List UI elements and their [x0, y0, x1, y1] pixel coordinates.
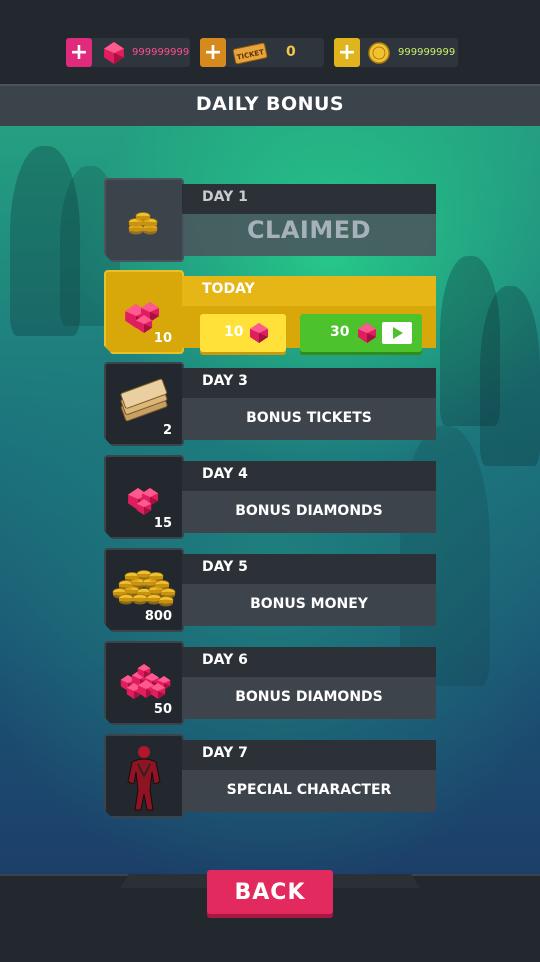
page-title: DAILY BONUS [195, 93, 345, 115]
coins-value: 999999999 [398, 47, 456, 58]
day-5-reward-icon-box: 800 [104, 548, 184, 632]
gem-icon [358, 323, 376, 343]
day-label: DAY 6 [202, 652, 248, 668]
gems-value: 999999999 [132, 47, 190, 58]
free-amount: 10 [224, 324, 244, 340]
reward-description: BONUS DIAMONDS [235, 689, 383, 705]
top-bar: + 999999999 + TICKET 0 + 999999999 [0, 0, 540, 86]
reward-description: BONUS TICKETS [246, 410, 372, 426]
today-reward-icon-box: 10 [104, 270, 184, 354]
title-bar: DAILY BONUS [0, 84, 540, 128]
day-label: DAY 5 [202, 559, 248, 575]
day-3-row: 2 DAY 3 BONUS TICKETS [104, 362, 436, 446]
day-4-reward-icon-box: 15 [104, 455, 184, 539]
gem-icon [250, 323, 268, 343]
day-label: TODAY [202, 281, 255, 297]
day-label: DAY 1 [202, 189, 248, 205]
ticket-icon: TICKET [232, 42, 268, 65]
day-3-reward-icon-box: 2 [104, 362, 184, 446]
character-icon [127, 746, 161, 811]
coin-icon [368, 42, 390, 64]
reward-quantity: 10 [153, 331, 172, 346]
gem-icon [104, 42, 124, 64]
add-tickets-button[interactable]: + [200, 38, 226, 67]
add-gems-button[interactable]: + [66, 38, 92, 67]
day-label: DAY 3 [202, 373, 248, 389]
reward-quantity: 15 [153, 516, 172, 531]
claim-with-ad-button[interactable]: 30 [300, 314, 422, 352]
tickets-counter: + TICKET 0 [200, 38, 324, 67]
reward-quantity: 800 [144, 609, 172, 624]
reward-description: BONUS MONEY [250, 596, 368, 612]
video-play-icon [382, 322, 412, 344]
day-1-row: DAY 1 CLAIMED [104, 178, 436, 262]
day-6-row: 50 DAY 6 BONUS DIAMONDS [104, 641, 436, 725]
day-6-reward-icon-box: 50 [104, 641, 184, 725]
reward-description: BONUS DIAMONDS [235, 503, 383, 519]
day-7-reward-icon-box [104, 734, 184, 818]
back-button[interactable]: BACK [207, 870, 333, 914]
reward-quantity: 2 [162, 423, 172, 438]
reward-description: SPECIAL CHARACTER [226, 782, 392, 798]
tickets-value: 0 [286, 44, 296, 60]
day-4-row: 15 DAY 4 BONUS DIAMONDS [104, 455, 436, 539]
reward-quantity: 50 [153, 702, 172, 717]
coins-counter: + 999999999 [334, 38, 458, 67]
day-label: DAY 4 [202, 466, 248, 482]
claim-free-button[interactable]: 10 [200, 314, 286, 352]
coins-stack-icon [128, 212, 158, 235]
gems-counter: + 999999999 [66, 38, 190, 67]
day-7-row: DAY 7 SPECIAL CHARACTER [104, 734, 436, 818]
day-label: DAY 7 [202, 745, 248, 761]
add-coins-button[interactable]: + [334, 38, 360, 67]
day-1-reward-icon-box [104, 178, 184, 262]
claimed-status: CLAIMED [246, 216, 372, 244]
ad-amount: 30 [330, 324, 350, 340]
day-5-row: 800 DAY 5 BONUS MONEY [104, 548, 436, 632]
today-row: 10 TODAY 10 30 [104, 270, 436, 354]
